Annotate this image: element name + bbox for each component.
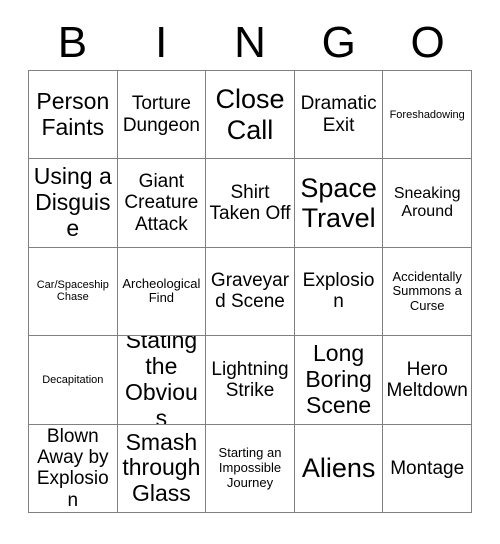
bingo-cell[interactable]: Foreshadowing (383, 71, 472, 160)
bingo-cell-label: Stating the Obvious (124, 336, 198, 425)
bingo-cell[interactable]: Using a Disguise (29, 159, 118, 248)
bingo-cell[interactable]: Hero Meltdown (383, 336, 472, 425)
bingo-cell-label: Smash through Glass (122, 428, 201, 507)
bingo-cell-label: Lightning Strike (211, 358, 289, 401)
bingo-cell-label: Explosion (302, 270, 375, 313)
bingo-cell-label: Foreshadowing (389, 108, 465, 121)
bingo-cell-label: Long Boring Scene (305, 340, 372, 418)
bingo-cell[interactable]: Aliens (294, 424, 384, 513)
bingo-cell-label: Starting an Impossible Journey (218, 445, 282, 490)
bingo-cell-label: Montage (390, 457, 465, 479)
bingo-cell-label: Archeological Find (122, 275, 201, 306)
bingo-cell-label: Person Faints (36, 87, 110, 140)
bingo-cell[interactable]: Starting an Impossible Journey (206, 424, 295, 513)
bingo-cell-label: Space Travel (300, 172, 377, 234)
bingo-cell[interactable]: Close Call (206, 71, 295, 160)
bingo-cell[interactable]: Dramatic Exit (294, 71, 384, 160)
bingo-cell-label: Close Call (215, 84, 285, 145)
header-letter-n: N (234, 18, 266, 67)
bingo-cell[interactable]: Stating the Obvious (117, 336, 207, 425)
bingo-cell-label: Accidentally Summons a Curse (392, 268, 462, 313)
bingo-cell-label: Aliens (301, 453, 376, 484)
bingo-cell[interactable]: Shirt Taken Off (206, 159, 295, 248)
bingo-cell[interactable]: Long Boring Scene (294, 336, 384, 425)
bingo-cell[interactable]: Decapitation (29, 336, 118, 425)
bingo-cell-label: Car/Spaceship Chase (36, 279, 109, 304)
bingo-cell-label: Hero Meltdown (386, 358, 468, 401)
bingo-cell[interactable]: Sneaking Around (383, 159, 472, 248)
bingo-cell-label: Decapitation (42, 373, 104, 386)
bingo-cell[interactable]: Explosion (294, 247, 384, 337)
bingo-cell[interactable]: Person Faints (29, 71, 118, 160)
bingo-cell-label: Giant Creature Attack (124, 171, 199, 235)
bingo-cell[interactable]: Archeological Find (117, 247, 207, 337)
bingo-cell-label: Shirt Taken Off (209, 181, 291, 225)
bingo-cell-label: Torture Dungeon (122, 93, 200, 136)
bingo-card: B I N G O Person Faints Torture Dungeon Cl… (0, 0, 500, 544)
bingo-cell[interactable]: Giant Creature Attack (117, 159, 207, 248)
bingo-cell-label: Dramatic Exit (300, 93, 377, 136)
bingo-cell[interactable]: Montage (383, 424, 472, 513)
bingo-cell[interactable]: Space Travel (294, 159, 384, 248)
bingo-cell[interactable]: Car/Spaceship Chase (29, 247, 118, 337)
header-letter-o: O (410, 18, 445, 67)
bingo-cell[interactable]: Lightning Strike (206, 336, 295, 425)
bingo-cell-label: Using a Disguise (33, 163, 112, 241)
bingo-cell[interactable]: Graveyard Scene (206, 247, 295, 337)
bingo-cell[interactable]: Smash through Glass (117, 424, 207, 513)
bingo-header: B I N G O (28, 16, 472, 70)
bingo-cell-label: Graveyard Scene (210, 270, 290, 313)
header-letter-b: B (57, 18, 88, 67)
bingo-grid: Person Faints Torture Dungeon Close Call Dr… (28, 70, 472, 513)
header-letter-i: I (155, 18, 168, 67)
bingo-cell[interactable]: Torture Dungeon (117, 71, 207, 160)
bingo-cell[interactable]: Blown Away by Explosion (29, 424, 118, 513)
bingo-cell-label: Blown Away by Explosion (36, 425, 109, 511)
header-letter-g: G (321, 18, 356, 67)
bingo-cell-label: Sneaking Around (393, 185, 461, 221)
bingo-cell[interactable]: Accidentally Summons a Curse (383, 247, 472, 337)
